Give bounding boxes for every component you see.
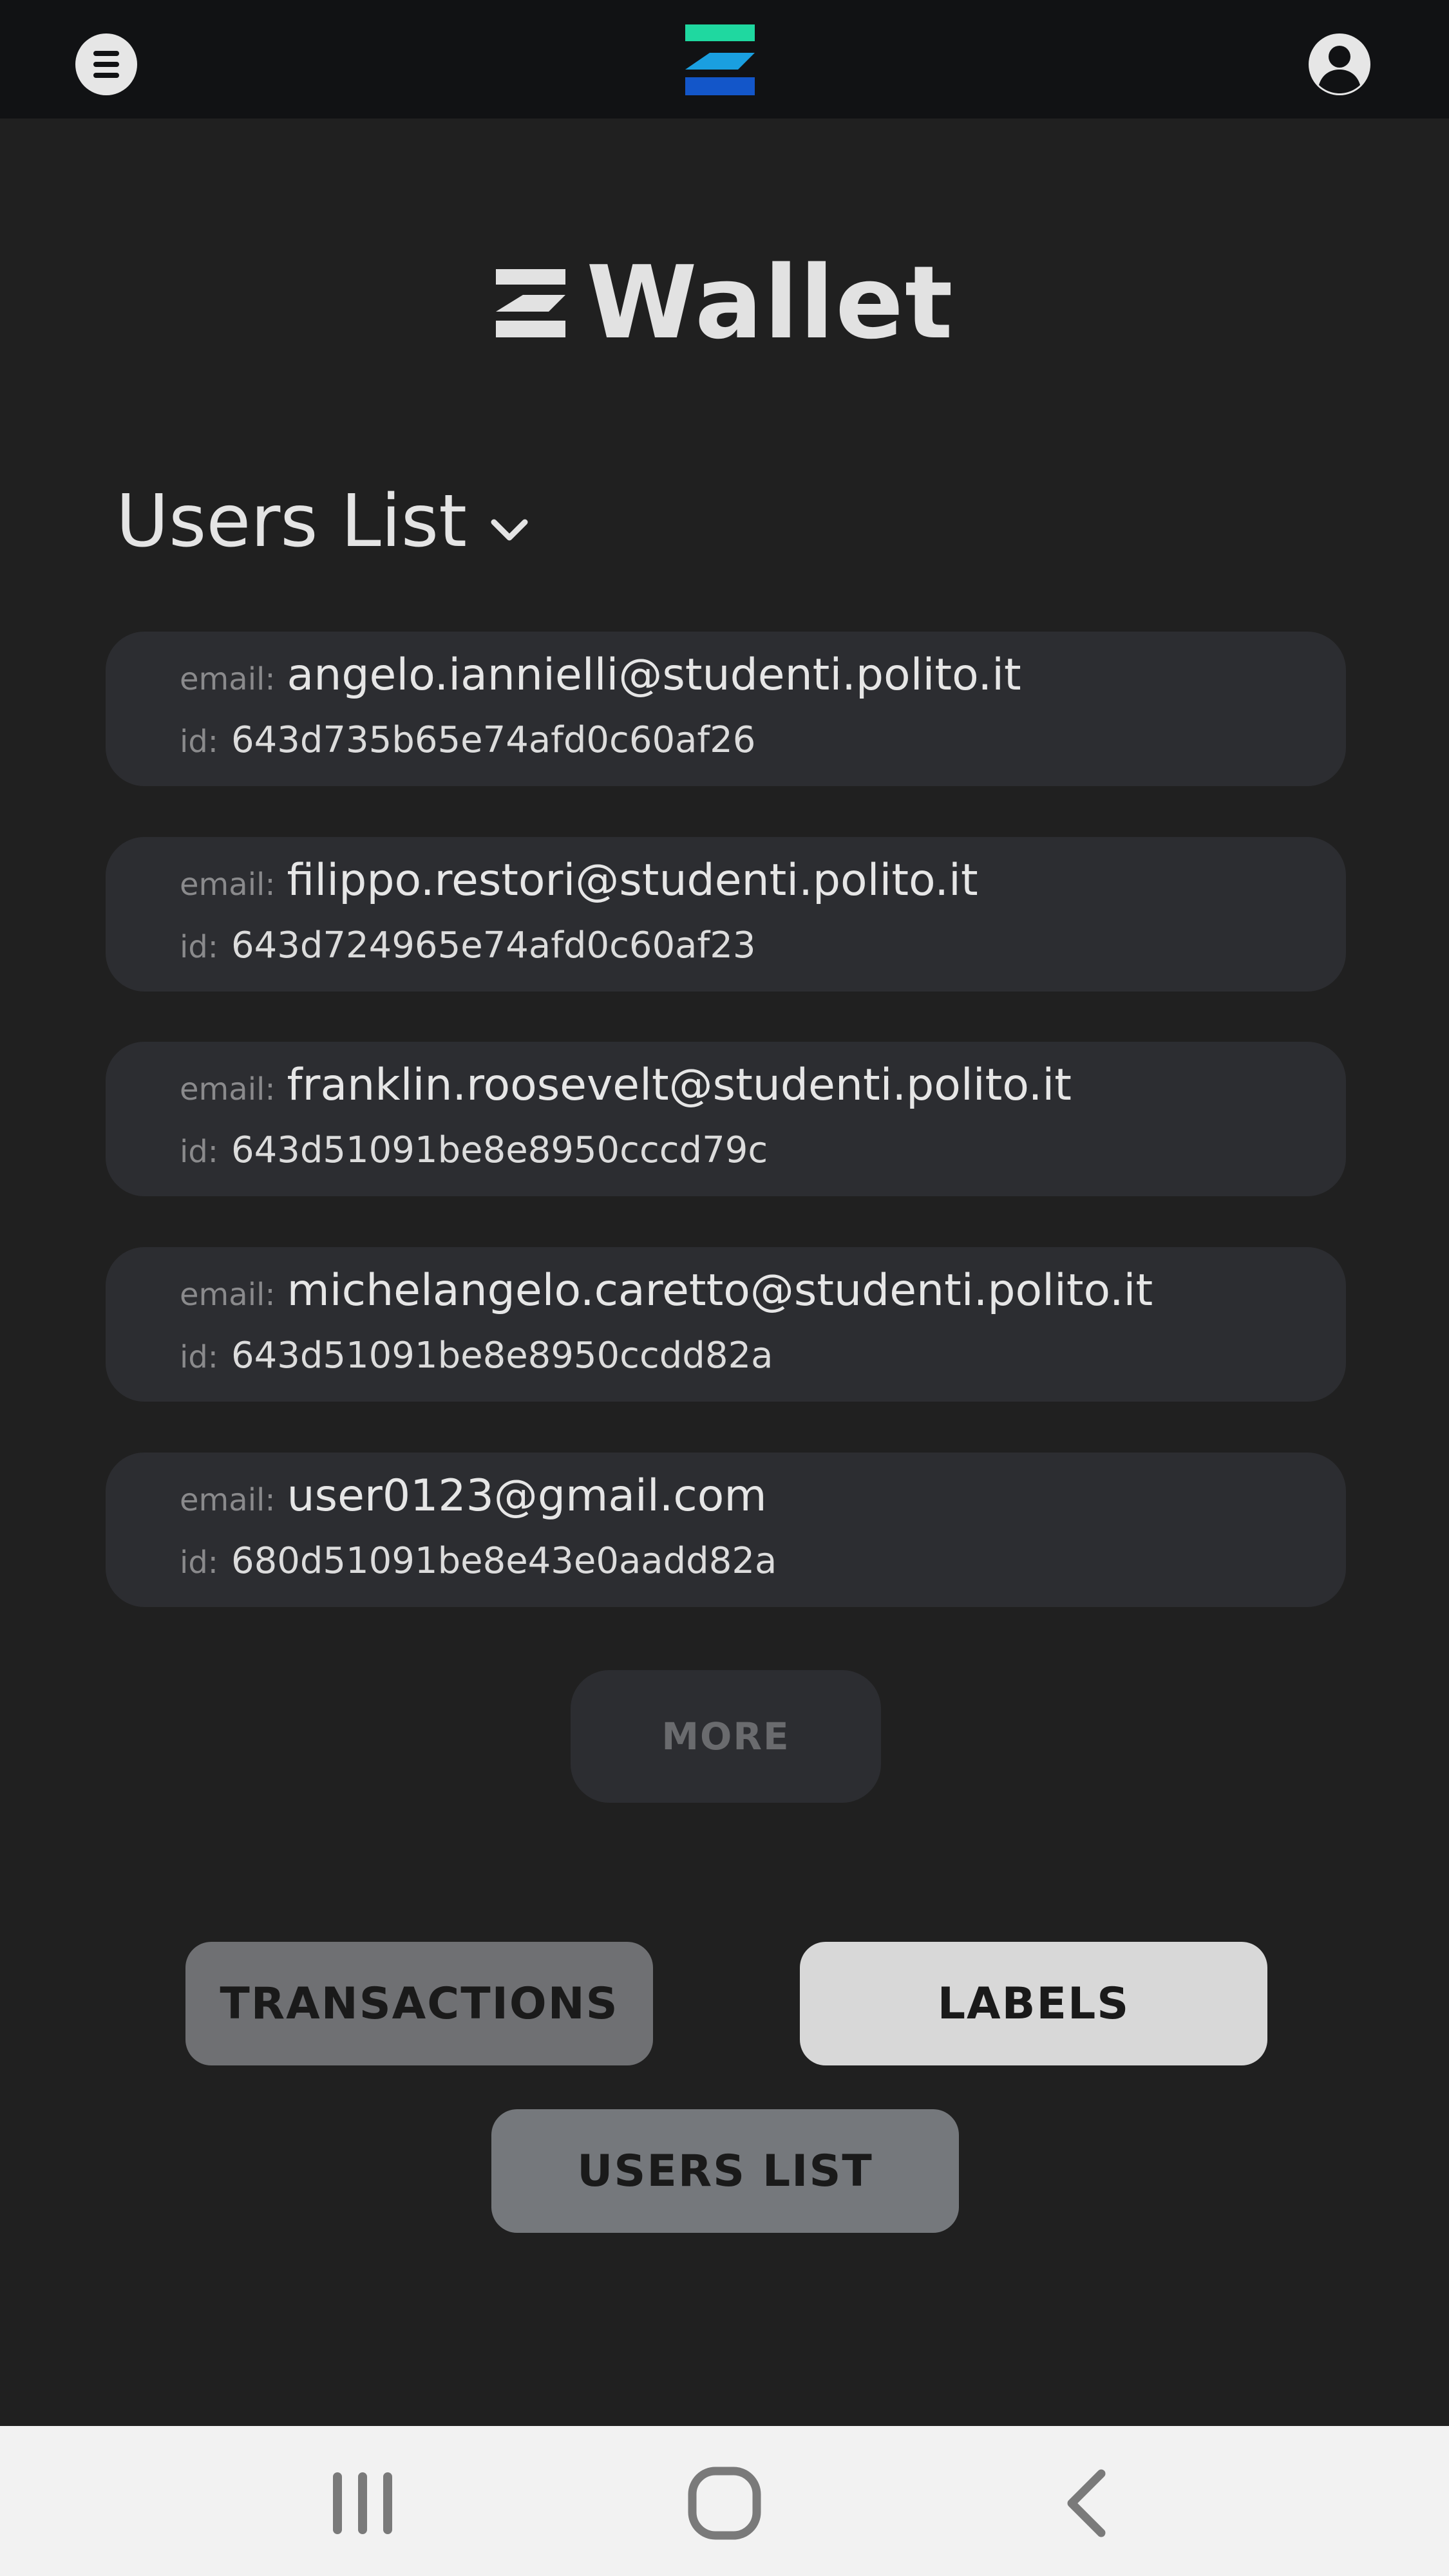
z-logo-icon[interactable] xyxy=(684,23,757,97)
user-card[interactable]: email: michelangelo.caretto@studenti.poli… xyxy=(106,1247,1346,1402)
chevron-down-icon xyxy=(491,519,528,541)
system-navigation-bar xyxy=(0,2426,1449,2576)
labels-button[interactable]: LABELS xyxy=(800,1942,1267,2065)
user-email: user0123@gmail.com xyxy=(287,1471,767,1521)
email-label: email: xyxy=(180,1071,276,1107)
user-email: franklin.roosevelt@studenti.polito.it xyxy=(287,1060,1072,1111)
users-list-dropdown[interactable]: Users List xyxy=(116,476,529,567)
menu-icon[interactable] xyxy=(75,33,137,95)
recent-apps-icon[interactable] xyxy=(324,2465,401,2542)
user-card[interactable]: email: franklin.roosevelt@studenti.polito… xyxy=(106,1042,1346,1196)
user-id: 643d724965e74afd0c60af23 xyxy=(231,925,756,966)
user-id: 643d51091be8e8950cccd79c xyxy=(231,1129,768,1171)
account-icon[interactable] xyxy=(1307,32,1372,97)
transactions-button[interactable]: TRANSACTIONS xyxy=(185,1942,653,2065)
user-card[interactable]: email: filippo.restori@studenti.polito.it… xyxy=(106,837,1346,992)
email-label: email: xyxy=(180,1277,276,1313)
top-app-bar xyxy=(0,0,1449,118)
id-label: id: xyxy=(180,724,218,760)
home-icon[interactable] xyxy=(686,2465,763,2542)
id-label: id: xyxy=(180,1545,218,1581)
email-label: email: xyxy=(180,1482,276,1518)
user-email: filippo.restori@studenti.polito.it xyxy=(287,855,978,906)
user-id: 643d51091be8e8950ccdd82a xyxy=(231,1335,773,1377)
id-label: id: xyxy=(180,1339,218,1375)
user-id: 680d51091be8e43e0aadd82a xyxy=(231,1540,777,1582)
more-button[interactable]: MORE xyxy=(571,1670,881,1803)
users-list-button[interactable]: USERS LIST xyxy=(491,2109,959,2233)
user-id: 643d735b65e74afd0c60af26 xyxy=(231,719,756,761)
user-email: angelo.iannielli@studenti.polito.it xyxy=(287,650,1021,700)
id-label: id: xyxy=(180,929,218,965)
email-label: email: xyxy=(180,867,276,903)
user-card[interactable]: email: angelo.iannielli@studenti.polito.i… xyxy=(106,632,1346,786)
email-label: email: xyxy=(180,661,276,697)
user-card[interactable]: email: user0123@gmail.com id: 680d51091be8… xyxy=(106,1453,1346,1607)
z-logo-icon xyxy=(496,269,566,337)
brand-name: Wallet xyxy=(586,244,954,361)
back-icon[interactable] xyxy=(1050,2465,1127,2542)
page-title: Users List xyxy=(116,480,468,563)
user-email: michelangelo.caretto@studenti.polito.it xyxy=(287,1265,1153,1316)
id-label: id: xyxy=(180,1134,218,1170)
brand-header: Wallet xyxy=(0,244,1449,361)
